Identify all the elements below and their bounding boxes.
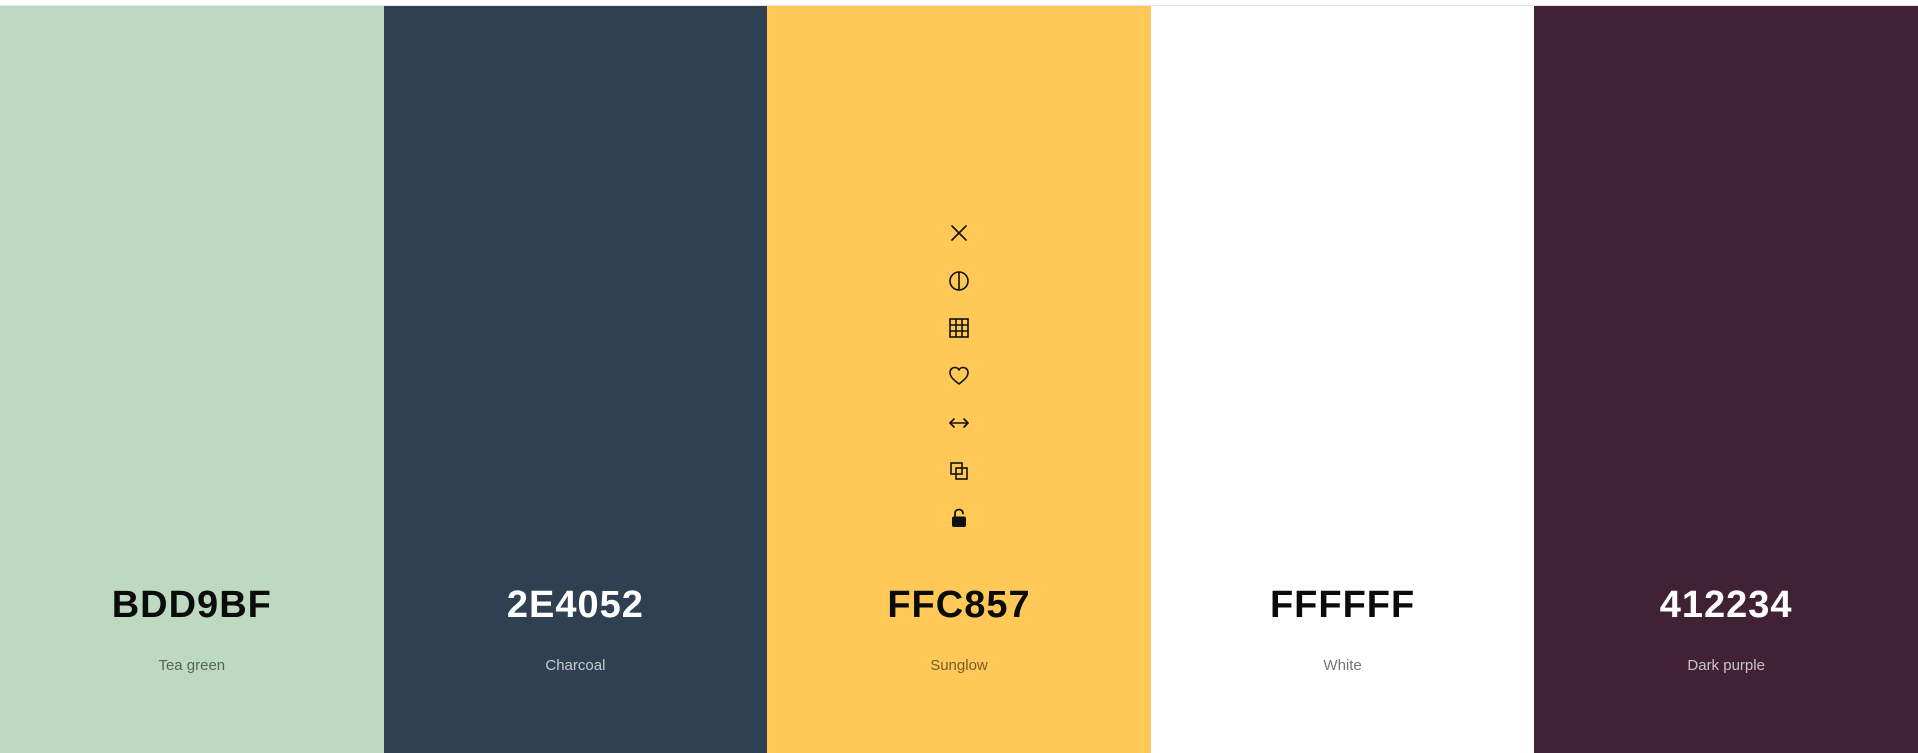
drag-horizontal-icon — [949, 418, 969, 428]
view-shades-button[interactable] — [943, 265, 975, 297]
color-swatch-white[interactable]: FFFFFF White — [1150, 6, 1535, 753]
view-grid-button[interactable] — [943, 312, 975, 344]
palette: BDD9BF Tea green 2E4052 Charcoal FFC857 … — [0, 6, 1918, 753]
swatch-toolbar — [939, 217, 979, 534]
color-name[interactable]: Tea green — [0, 658, 384, 673]
lock-color-button[interactable] — [943, 502, 975, 534]
close-icon — [951, 225, 967, 241]
color-name[interactable]: Charcoal — [384, 658, 768, 673]
color-swatch-charcoal[interactable]: 2E4052 Charcoal — [383, 6, 768, 753]
contrast-icon — [949, 270, 969, 291]
heart-icon — [949, 366, 969, 385]
unlock-icon — [951, 508, 966, 527]
color-hex[interactable]: FFFFFF — [1151, 586, 1535, 624]
grid-icon — [949, 318, 969, 338]
color-name[interactable]: White — [1151, 658, 1535, 673]
color-swatch-sunglow[interactable]: FFC857 Sunglow — [767, 6, 1151, 753]
copy-color-button[interactable] — [943, 455, 975, 487]
color-swatch-dark-purple[interactable]: 412234 Dark purple — [1534, 6, 1918, 753]
copy-icon — [950, 461, 968, 480]
remove-color-button[interactable] — [943, 217, 975, 249]
color-hex[interactable]: FFC857 — [767, 586, 1151, 624]
drag-handle[interactable] — [943, 407, 975, 439]
color-name[interactable]: Dark purple — [1534, 658, 1918, 673]
color-hex[interactable]: 412234 — [1534, 586, 1918, 624]
favorite-button[interactable] — [943, 360, 975, 392]
color-hex[interactable]: BDD9BF — [0, 586, 384, 624]
color-hex[interactable]: 2E4052 — [384, 586, 768, 624]
color-swatch-tea-green[interactable]: BDD9BF Tea green — [0, 6, 384, 753]
color-name[interactable]: Sunglow — [767, 658, 1151, 673]
